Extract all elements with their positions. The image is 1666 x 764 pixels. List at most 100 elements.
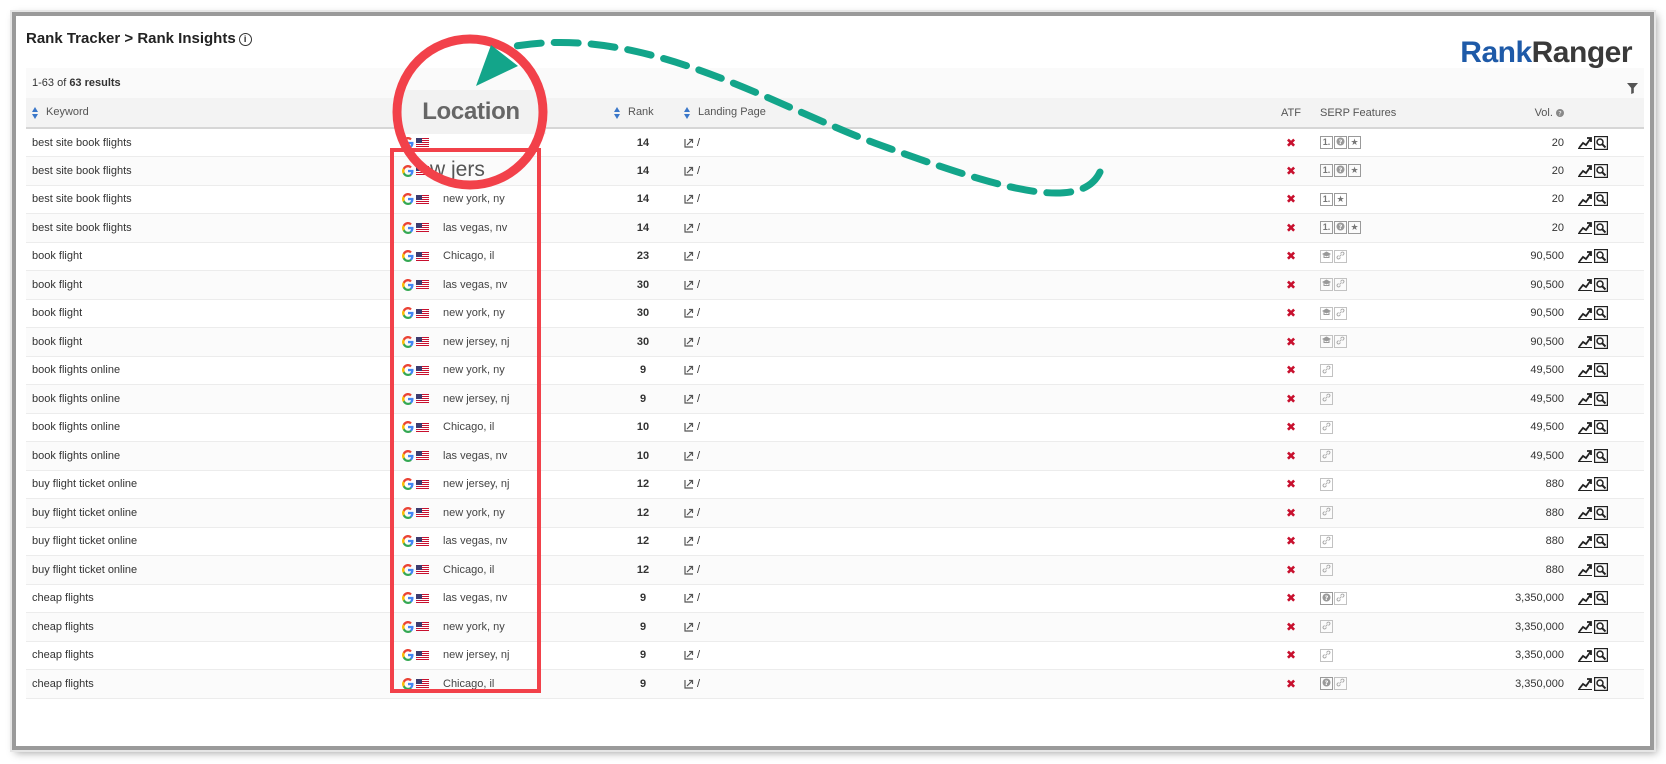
table-row[interactable]: cheap flights Chicago, il 9 / ✖? 3,350,000: [26, 669, 1644, 699]
landing-page-cell[interactable]: /: [678, 156, 1268, 186]
landing-page-link[interactable]: /: [697, 535, 700, 547]
external-link-icon[interactable]: [684, 194, 694, 204]
landing-page-link[interactable]: /: [697, 279, 700, 291]
info-icon[interactable]: i: [238, 33, 252, 46]
trend-chart-icon[interactable]: [1578, 478, 1592, 491]
external-link-icon[interactable]: [684, 508, 694, 518]
external-link-icon[interactable]: [684, 223, 694, 233]
landing-page-link[interactable]: /: [697, 507, 700, 519]
external-link-icon[interactable]: [684, 451, 694, 461]
serp-view-icon[interactable]: [1594, 619, 1608, 634]
landing-page-link[interactable]: /: [697, 364, 700, 376]
landing-page-cell[interactable]: /: [678, 185, 1268, 214]
table-row[interactable]: cheap flights las vegas, nv 9 / ✖? 3,350,000: [26, 584, 1644, 613]
serp-view-icon[interactable]: [1594, 562, 1608, 577]
landing-page-link[interactable]: /: [697, 649, 700, 661]
sort-icon[interactable]: [614, 106, 622, 119]
external-link-icon[interactable]: [684, 251, 694, 261]
external-link-icon[interactable]: [684, 166, 694, 176]
trend-chart-icon[interactable]: [1578, 620, 1592, 634]
trend-chart-icon[interactable]: [1578, 136, 1592, 149]
table-row[interactable]: book flights online Chicago, il 10 / ✖ 49,500: [26, 413, 1644, 442]
trend-chart-icon[interactable]: [1578, 278, 1592, 292]
serp-view-icon[interactable]: [1594, 676, 1608, 691]
landing-page-link[interactable]: /: [697, 336, 700, 348]
landing-page-link[interactable]: /: [697, 193, 700, 205]
external-link-icon[interactable]: [684, 394, 694, 404]
external-link-icon[interactable]: [684, 593, 694, 603]
external-link-icon[interactable]: [684, 565, 694, 575]
landing-page-cell[interactable]: /: [678, 498, 1268, 528]
table-row[interactable]: book flight new jersey, nj 30 / ✖ 90,500: [26, 327, 1644, 357]
landing-page-link[interactable]: /: [697, 450, 700, 462]
trend-chart-icon[interactable]: [1578, 193, 1592, 206]
serp-view-icon[interactable]: [1594, 363, 1608, 378]
landing-page-link[interactable]: /: [697, 592, 700, 604]
table-row[interactable]: buy flight ticket online las vegas, nv 12 /…: [26, 527, 1644, 556]
external-link-icon[interactable]: [684, 650, 694, 660]
landing-page-cell[interactable]: /: [678, 128, 1268, 157]
landing-page-cell[interactable]: /: [678, 612, 1268, 642]
landing-page-link[interactable]: /: [697, 165, 700, 177]
table-row[interactable]: buy flight ticket online Chicago, il 12 / ✖ 8…: [26, 555, 1644, 585]
external-link-icon[interactable]: [684, 536, 694, 546]
landing-page-cell[interactable]: /: [678, 242, 1268, 271]
external-link-icon[interactable]: [684, 308, 694, 318]
col-vol[interactable]: Vol. ?: [1434, 98, 1570, 129]
serp-view-icon[interactable]: [1594, 220, 1608, 235]
external-link-icon[interactable]: [684, 622, 694, 632]
serp-view-icon[interactable]: [1594, 249, 1608, 264]
landing-page-cell[interactable]: /: [678, 555, 1268, 585]
serp-view-icon[interactable]: [1594, 648, 1608, 663]
trend-chart-icon[interactable]: [1578, 421, 1592, 434]
table-row[interactable]: best site book flights 14 / ✖ 1.? ★ 20: [26, 156, 1644, 186]
external-link-icon[interactable]: [684, 479, 694, 489]
landing-page-cell[interactable]: /: [678, 213, 1268, 243]
landing-page-link[interactable]: /: [697, 137, 700, 149]
external-link-icon[interactable]: [684, 679, 694, 689]
trend-chart-icon[interactable]: [1578, 392, 1592, 406]
trend-chart-icon[interactable]: [1578, 677, 1592, 691]
landing-page-cell[interactable]: /: [678, 641, 1268, 670]
serp-view-icon[interactable]: [1594, 277, 1608, 292]
serp-view-icon[interactable]: [1594, 448, 1608, 463]
external-link-icon[interactable]: [684, 280, 694, 290]
landing-page-link[interactable]: /: [697, 678, 700, 690]
landing-page-cell[interactable]: /: [678, 470, 1268, 499]
landing-page-link[interactable]: /: [697, 250, 700, 262]
landing-page-cell[interactable]: /: [678, 413, 1268, 442]
serp-view-icon[interactable]: [1594, 334, 1608, 349]
landing-page-cell[interactable]: /: [678, 584, 1268, 613]
table-row[interactable]: book flight new york, ny 30 / ✖ 90,500: [26, 299, 1644, 328]
table-row[interactable]: cheap flights new jersey, nj 9 / ✖ 3,350,000: [26, 641, 1644, 670]
landing-page-link[interactable]: /: [697, 621, 700, 633]
table-row[interactable]: best site book flights new york, ny 14/✖ 1.…: [26, 185, 1644, 214]
trend-chart-icon[interactable]: [1578, 307, 1592, 320]
table-row[interactable]: book flights online las vegas, nv 10 / ✖ 49,5…: [26, 441, 1644, 471]
trend-chart-icon[interactable]: [1578, 449, 1592, 463]
help-icon[interactable]: ?: [1556, 108, 1564, 117]
landing-page-link[interactable]: /: [697, 307, 700, 319]
landing-page-link[interactable]: /: [697, 421, 700, 433]
table-row[interactable]: book flight Chicago, il 23 / ✖ 90,500: [26, 242, 1644, 271]
landing-page-cell[interactable]: /: [678, 270, 1268, 300]
table-row[interactable]: best site book flights las vegas, nv 14/✖ 1…: [26, 213, 1644, 243]
serp-view-icon[interactable]: [1594, 591, 1608, 606]
landing-page-link[interactable]: /: [697, 393, 700, 405]
landing-page-link[interactable]: /: [697, 222, 700, 234]
trend-chart-icon[interactable]: [1578, 592, 1592, 605]
col-serp-features[interactable]: SERP Features: [1314, 98, 1434, 129]
serp-view-icon[interactable]: [1594, 534, 1608, 549]
table-row[interactable]: book flight las vegas, nv 30 / ✖ 90,500: [26, 270, 1644, 300]
trend-chart-icon[interactable]: [1578, 649, 1592, 662]
landing-page-cell[interactable]: /: [678, 669, 1268, 699]
col-atf[interactable]: ATF: [1268, 98, 1314, 129]
landing-page-cell[interactable]: /: [678, 527, 1268, 556]
landing-page-cell[interactable]: /: [678, 299, 1268, 328]
serp-view-icon[interactable]: [1594, 477, 1608, 492]
serp-view-icon[interactable]: [1594, 306, 1608, 321]
trend-chart-icon[interactable]: [1578, 335, 1592, 349]
landing-page-cell[interactable]: /: [678, 441, 1268, 471]
trend-chart-icon[interactable]: [1578, 250, 1592, 263]
trend-chart-icon[interactable]: [1578, 535, 1592, 548]
